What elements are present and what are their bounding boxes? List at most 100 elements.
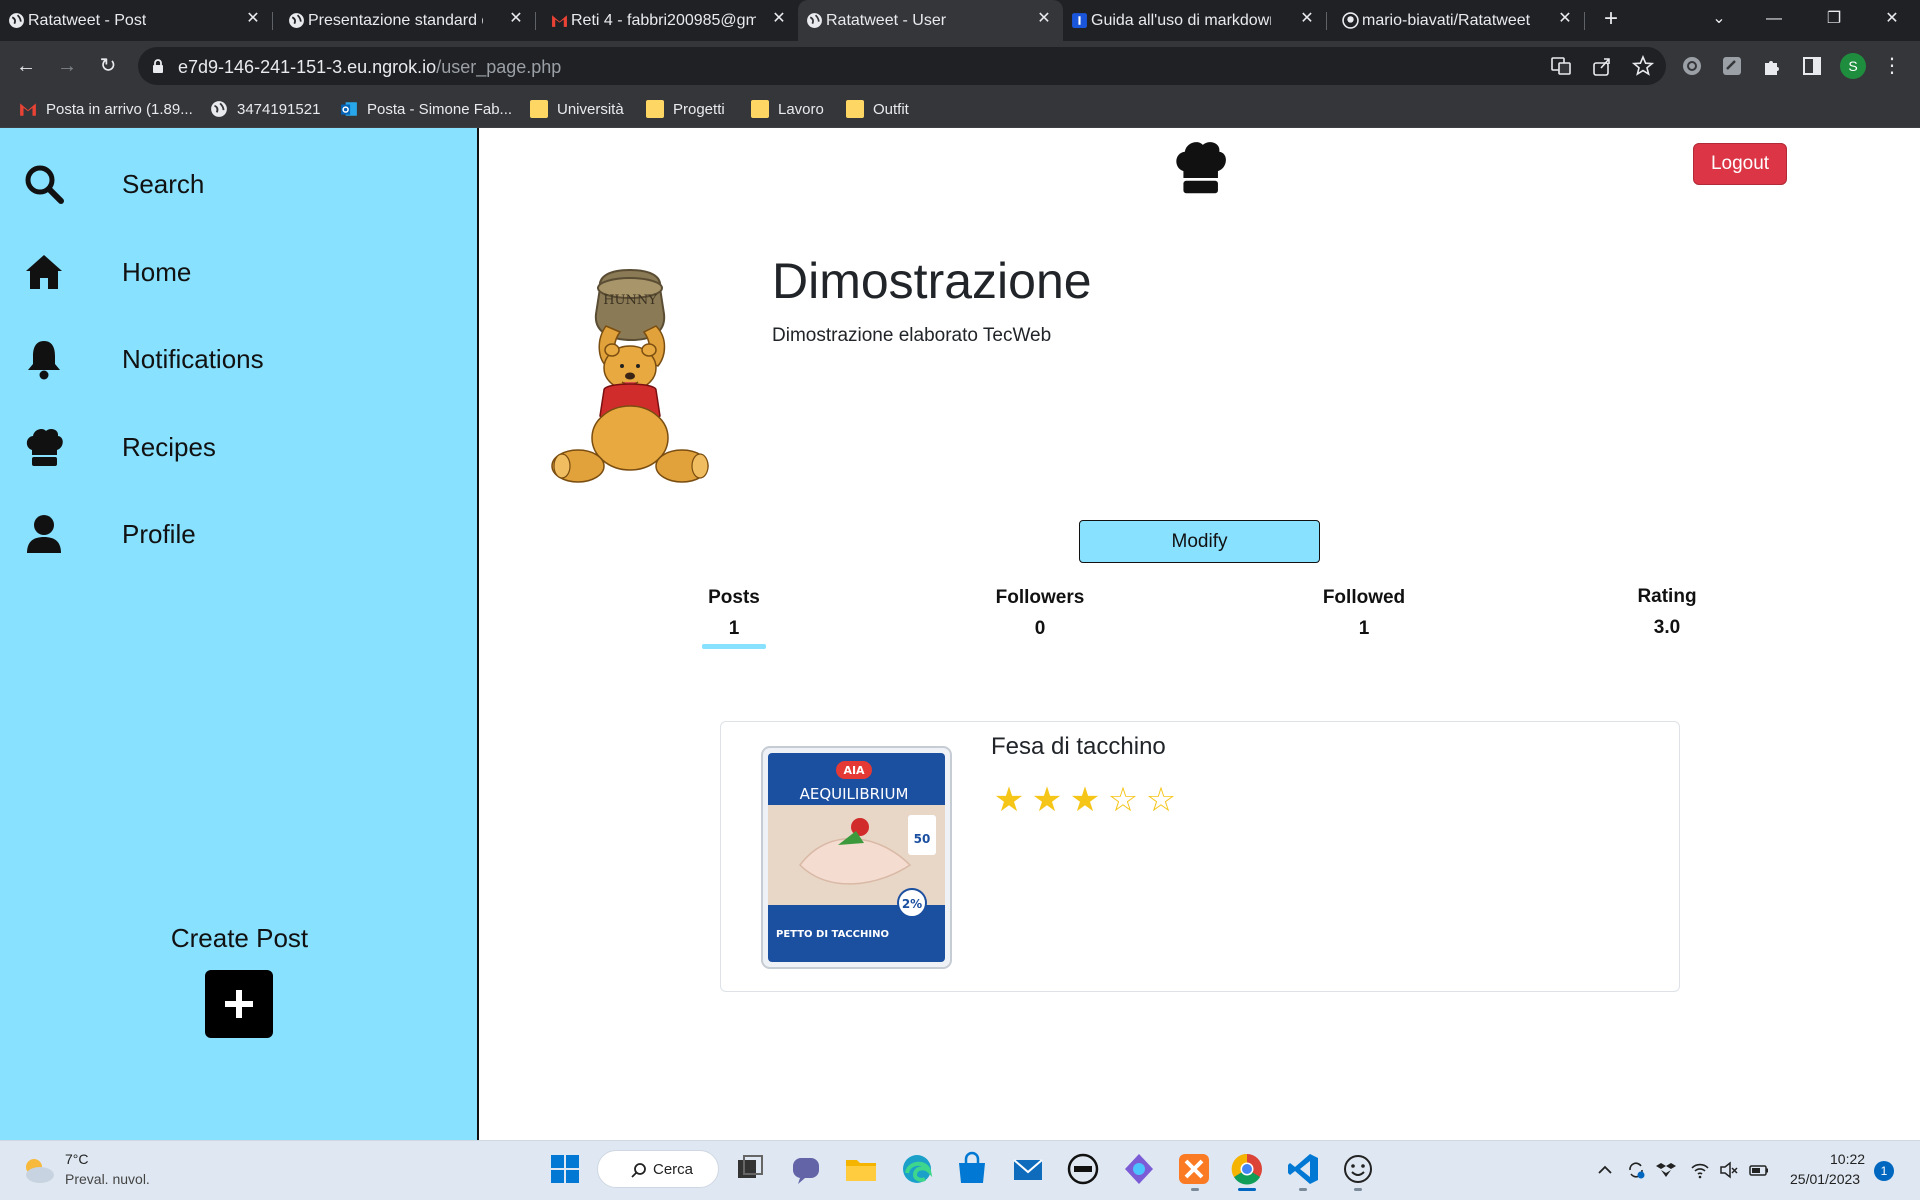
notification-count-badge[interactable]: 1 xyxy=(1874,1161,1894,1181)
taskbar-clock-date[interactable]: 25/01/2023 xyxy=(1790,1171,1860,1187)
mail-icon[interactable] xyxy=(1010,1151,1046,1187)
microsoft-store-icon[interactable] xyxy=(954,1151,990,1187)
tab-ratatweet-user[interactable]: Ratatweet - User ✕ xyxy=(798,0,1063,41)
folder-icon xyxy=(646,100,664,118)
copilot-app-icon[interactable] xyxy=(1121,1151,1157,1187)
sidebar-item-recipes[interactable]: Recipes xyxy=(22,423,216,471)
xampp-icon[interactable] xyxy=(1176,1151,1212,1187)
app-sidebar: Search Home Notifications Recipes Profil… xyxy=(0,128,479,1140)
chevron-up-icon[interactable] xyxy=(1595,1160,1615,1180)
reload-icon[interactable]: ↻ xyxy=(96,54,120,78)
tab-markdown-guide[interactable]: Guida all'uso di markdown ✕ xyxy=(1063,0,1326,41)
bookmark-label: Outfit xyxy=(873,100,909,118)
bookmark-folder-lavoro[interactable]: Lavoro xyxy=(751,97,824,121)
post-image-percent: 2% xyxy=(902,897,922,911)
search-icon xyxy=(631,1163,646,1178)
chef-hat-icon xyxy=(22,425,66,469)
tab-separator xyxy=(1584,12,1585,30)
wifi-icon[interactable] xyxy=(1690,1160,1710,1180)
url-text: e7d9-146-241-151-3.eu.ngrok.io/user_page… xyxy=(178,57,561,78)
logout-button[interactable]: Logout xyxy=(1693,143,1787,185)
globe-icon xyxy=(9,13,24,28)
bookmark-folder-universita[interactable]: Università xyxy=(530,97,624,121)
edge-icon[interactable] xyxy=(899,1151,935,1187)
home-icon xyxy=(22,250,66,294)
extension-icon[interactable] xyxy=(1721,55,1743,77)
tab-search-icon[interactable]: ⌄ xyxy=(1706,6,1732,32)
post-image-badge: 50 xyxy=(914,832,931,846)
modify-profile-button[interactable]: Modify xyxy=(1079,520,1320,563)
stat-followers[interactable]: Followers 0 xyxy=(980,587,1100,640)
sidebar-item-label: Profile xyxy=(122,518,196,549)
volume-muted-icon[interactable] xyxy=(1719,1160,1739,1180)
close-tab-icon[interactable]: ✕ xyxy=(1298,10,1316,28)
dell-icon[interactable] xyxy=(1065,1151,1101,1187)
sidebar-item-profile[interactable]: Profile xyxy=(22,510,196,558)
tab-separator xyxy=(535,12,536,30)
lock-icon[interactable] xyxy=(152,58,164,74)
vscode-icon[interactable] xyxy=(1285,1151,1321,1187)
close-tab-icon[interactable]: ✕ xyxy=(1556,10,1574,28)
jar-label: HUNNY xyxy=(603,293,657,308)
grammarly-icon[interactable] xyxy=(1681,55,1703,77)
star-filled-icon: ★ xyxy=(1069,781,1101,819)
create-post-button[interactable] xyxy=(205,970,273,1038)
battery-icon[interactable] xyxy=(1749,1160,1769,1180)
share-icon[interactable] xyxy=(1591,55,1613,77)
menu-kebab-icon[interactable]: ⋮ xyxy=(1880,54,1904,78)
close-tab-icon[interactable]: ✕ xyxy=(1035,10,1053,28)
file-explorer-icon[interactable] xyxy=(843,1151,879,1187)
stat-followed[interactable]: Followed 1 xyxy=(1304,587,1424,640)
close-window-icon[interactable]: ✕ xyxy=(1879,6,1905,32)
folder-icon xyxy=(751,100,769,118)
stat-rating[interactable]: Rating 3.0 xyxy=(1607,586,1727,639)
sidebar-item-label: Search xyxy=(122,168,205,199)
tab-title: Ratatweet - User xyxy=(826,11,947,29)
emoji-feedback-icon[interactable] xyxy=(1340,1151,1376,1187)
bookmark-folder-outfit[interactable]: Outfit xyxy=(846,97,909,121)
close-tab-icon[interactable]: ✕ xyxy=(770,10,788,28)
tab-title: mario-biavati/Ratatweet xyxy=(1362,11,1531,29)
tab-ratatweet-post[interactable]: Ratatweet - Post ✕ xyxy=(0,0,272,41)
weather-cloud-icon[interactable] xyxy=(20,1155,56,1185)
sidebar-item-notifications[interactable]: Notifications xyxy=(22,335,264,383)
new-tab-icon[interactable]: + xyxy=(1599,7,1623,32)
post-image-caption: PETTO DI TACCHINO xyxy=(776,929,889,940)
sync-icon[interactable] xyxy=(1626,1160,1646,1180)
sidebar-item-home[interactable]: Home xyxy=(22,248,191,296)
side-panel-icon[interactable] xyxy=(1801,55,1823,77)
outlook-icon xyxy=(341,102,357,116)
post-image: AIA AEQUILIBRIUM 50 2% PETTO DI TACCHINO xyxy=(761,746,952,969)
sidebar-item-search[interactable]: Search xyxy=(22,160,204,208)
close-tab-icon[interactable]: ✕ xyxy=(507,10,525,28)
puzzle-extensions-icon[interactable] xyxy=(1761,55,1783,77)
tab-gmail[interactable]: Reti 4 - fabbri200985@gma ✕ xyxy=(543,0,798,41)
search-icon xyxy=(22,162,66,206)
tab-github[interactable]: mario-biavati/Ratatweet ✕ xyxy=(1334,0,1584,41)
chrome-icon[interactable] xyxy=(1229,1151,1265,1187)
address-bar[interactable]: e7d9-146-241-151-3.eu.ngrok.io/user_page… xyxy=(138,47,1666,85)
stat-value: 1 xyxy=(728,618,740,639)
tab-presentazione[interactable]: Presentazione standard di P ✕ xyxy=(280,0,535,41)
taskbar-clock-time[interactable]: 10:22 xyxy=(1830,1151,1865,1167)
restore-icon[interactable]: ❐ xyxy=(1821,6,1847,32)
forward-icon[interactable]: → xyxy=(55,54,79,78)
dropbox-icon[interactable] xyxy=(1656,1160,1676,1180)
close-tab-icon[interactable]: ✕ xyxy=(244,10,262,28)
taskbar-search-box[interactable]: Cerca xyxy=(597,1150,719,1188)
translate-icon[interactable] xyxy=(1550,55,1572,77)
bookmark-phone[interactable]: 3474191521 xyxy=(210,97,320,121)
bookmark-folder-progetti[interactable]: Progetti xyxy=(646,97,725,121)
teams-chat-icon[interactable] xyxy=(788,1151,824,1187)
profile-avatar[interactable]: S xyxy=(1840,53,1866,79)
minimize-icon[interactable]: — xyxy=(1761,6,1787,32)
bookmark-outlook[interactable]: Posta - Simone Fab... xyxy=(340,97,512,121)
bookmark-star-icon[interactable] xyxy=(1632,55,1654,77)
tab-title: Guida all'uso di markdown xyxy=(1091,11,1271,29)
stat-posts[interactable]: Posts 1 xyxy=(694,587,774,640)
task-view-icon[interactable] xyxy=(732,1151,768,1187)
windows-start-icon[interactable] xyxy=(547,1151,583,1187)
back-icon[interactable]: ← xyxy=(14,54,38,78)
taskbar-active-indicator xyxy=(1238,1188,1256,1191)
bookmark-gmail[interactable]: Posta in arrivo (1.89... xyxy=(19,97,193,121)
